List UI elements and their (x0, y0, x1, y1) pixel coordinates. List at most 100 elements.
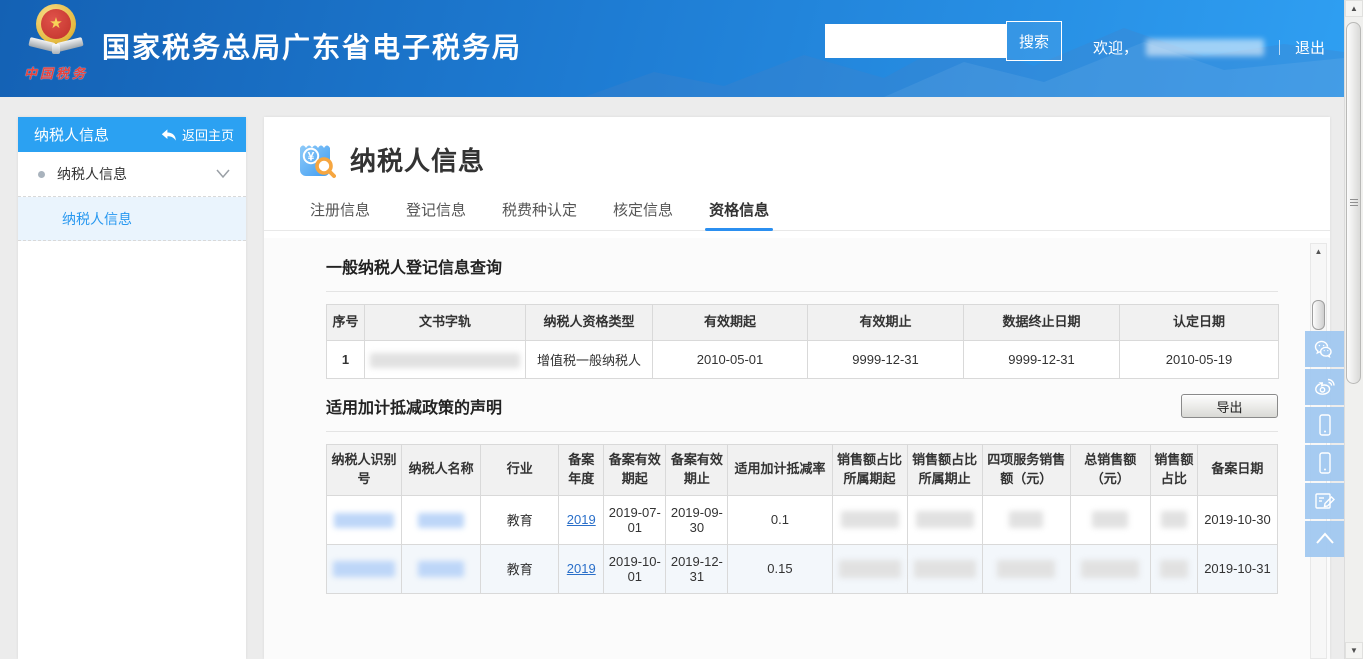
cell-industry: 教育 (481, 544, 559, 593)
cell-taxpayer-id (327, 495, 402, 544)
redacted-value (334, 513, 394, 528)
content-scrollbar-thumb[interactable] (1312, 300, 1325, 330)
svg-text:¥: ¥ (308, 150, 315, 164)
main-panel: ¥ 纳税人信息 注册信息 登记信息 税费种认定 核定信息 资格信息 一般纳税人登… (264, 117, 1330, 659)
col-header: 四项服务销售额（元） (982, 445, 1070, 496)
col-header: 序号 (327, 305, 365, 341)
cell-filing-year: 2019 (559, 544, 604, 593)
mobile-app-button[interactable] (1305, 407, 1344, 443)
col-header: 认定日期 (1120, 305, 1279, 341)
back-to-top-button[interactable] (1305, 521, 1344, 557)
tab-register-info[interactable]: 注册信息 (310, 193, 370, 230)
back-home-button[interactable]: 返回主页 (161, 125, 234, 144)
col-header: 备案有效期起 (604, 445, 666, 496)
redacted-value (1092, 511, 1128, 528)
cell-sales-ratio (1150, 544, 1197, 593)
cell-sales-ratio (1150, 495, 1197, 544)
scroll-down-arrow-icon[interactable]: ▼ (1345, 642, 1363, 659)
col-header: 备案有效期止 (666, 445, 728, 496)
section-divider (326, 431, 1278, 432)
tab-tax-type-determination[interactable]: 税费种认定 (502, 193, 577, 230)
sidebar-subitem-label: 纳税人信息 (62, 209, 132, 229)
site-title: 国家税务总局广东省电子税务局 (102, 26, 522, 66)
sidebar-subitem-taxpayer-info[interactable]: 纳税人信息 (18, 197, 246, 241)
mobile-app-button[interactable] (1305, 445, 1344, 481)
taxpayer-info-icon: ¥ (296, 139, 336, 179)
top-header: ★ 中国税务 国家税务总局广东省电子税务局 搜索 欢迎， ｜ 退出 (0, 0, 1344, 97)
table-row: 教育 2019 2019-10-01 2019-12-31 0.15 2019-… (327, 544, 1278, 593)
back-to-top-icon (1313, 529, 1337, 549)
tab-qualification-info[interactable]: 资格信息 (709, 193, 769, 230)
weibo-icon (1313, 376, 1337, 398)
deduction-policy-table: 纳税人识别号 纳税人名称 行业 备案年度 备案有效期起 备案有效期止 适用加计抵… (326, 444, 1278, 594)
col-header: 总销售额（元） (1070, 445, 1150, 496)
cell-valid-to: 9999-12-31 (808, 341, 964, 379)
logo-caption: 中国税务 (14, 63, 98, 82)
redacted-value (916, 511, 974, 528)
welcome-area: 欢迎， ｜ 退出 (1093, 37, 1325, 58)
cell-filing-valid-from: 2019-10-01 (604, 544, 666, 593)
table-header-row: 纳税人识别号 纳税人名称 行业 备案年度 备案有效期起 备案有效期止 适用加计抵… (327, 445, 1278, 496)
col-header: 文书字轨 (365, 305, 526, 341)
bullet-icon (38, 171, 45, 178)
search-button[interactable]: 搜索 (1006, 21, 1062, 61)
filing-year-link[interactable]: 2019 (567, 512, 596, 527)
cell-determination-date: 2010-05-19 (1120, 341, 1279, 379)
redacted-value (418, 513, 464, 528)
welcome-prefix: 欢迎， (1093, 37, 1138, 58)
table-header-row: 序号 文书字轨 纳税人资格类型 有效期起 有效期止 数据终止日期 认定日期 (327, 305, 1279, 341)
col-header: 纳税人名称 (402, 445, 481, 496)
scroll-up-arrow-icon[interactable]: ▲ (1345, 0, 1363, 17)
filing-year-link[interactable]: 2019 (567, 561, 596, 576)
floating-toolbar (1305, 331, 1344, 557)
wechat-share-button[interactable] (1305, 331, 1344, 367)
cell-four-services-sales (982, 544, 1070, 593)
col-header: 备案日期 (1197, 445, 1277, 496)
wechat-icon (1313, 338, 1337, 360)
redacted-username (1146, 39, 1264, 56)
cell-filing-date: 2019-10-31 (1197, 544, 1277, 593)
sidebar-header: 纳税人信息 返回主页 (18, 117, 246, 152)
cell-taxpayer-name (402, 544, 481, 593)
browser-scrollbar-thumb[interactable] (1346, 22, 1361, 384)
browser-scrollbar[interactable]: ▲ ▼ (1344, 0, 1363, 659)
tab-registration-info[interactable]: 登记信息 (406, 193, 466, 230)
cell-four-services-sales (982, 495, 1070, 544)
col-header: 销售额占比所属期止 (907, 445, 982, 496)
redacted-value (370, 353, 520, 368)
survey-button[interactable] (1305, 483, 1344, 519)
cell-total-sales (1070, 495, 1150, 544)
logout-link[interactable]: 退出 (1295, 37, 1325, 58)
col-header: 适用加计抵减率 (728, 445, 832, 496)
tab-content: 一般纳税人登记信息查询 序号 文书字轨 纳税人资格类型 有效期起 有效期止 数据… (264, 238, 1330, 659)
cell-deduction-rate: 0.1 (728, 495, 832, 544)
cell-taxpayer-name (402, 495, 481, 544)
cell-filing-valid-to: 2019-09-30 (666, 495, 728, 544)
sidebar-item-taxpayer-info[interactable]: 纳税人信息 (18, 152, 246, 197)
cell-filing-year: 2019 (559, 495, 604, 544)
search-box: 搜索 (825, 21, 1062, 61)
section-divider (326, 291, 1278, 292)
weibo-share-button[interactable] (1305, 369, 1344, 405)
section-title-general-taxpayer: 一般纳税人登记信息查询 (326, 254, 1330, 278)
scroll-up-arrow-icon[interactable]: ▲ (1311, 244, 1326, 260)
cell-sales-ratio-period-from (832, 544, 907, 593)
redacted-value (914, 560, 976, 578)
mobile-icon (1314, 451, 1336, 475)
cell-taxpayer-id (327, 544, 402, 593)
col-header: 纳税人识别号 (327, 445, 402, 496)
cell-sales-ratio-period-to (907, 544, 982, 593)
search-input[interactable] (825, 24, 1006, 58)
cell-document-track (365, 341, 526, 379)
cell-deduction-rate: 0.15 (728, 544, 832, 593)
col-header: 备案年度 (559, 445, 604, 496)
mobile-icon (1314, 413, 1336, 437)
redacted-value (418, 561, 464, 577)
tab-verification-info[interactable]: 核定信息 (613, 193, 673, 230)
sidebar-title: 纳税人信息 (34, 124, 109, 145)
redacted-value (1009, 511, 1043, 528)
chevron-down-icon (216, 169, 230, 179)
cell-total-sales (1070, 544, 1150, 593)
export-button[interactable]: 导出 (1181, 394, 1278, 418)
sidebar: 纳税人信息 返回主页 纳税人信息 纳税人信息 (18, 117, 246, 659)
